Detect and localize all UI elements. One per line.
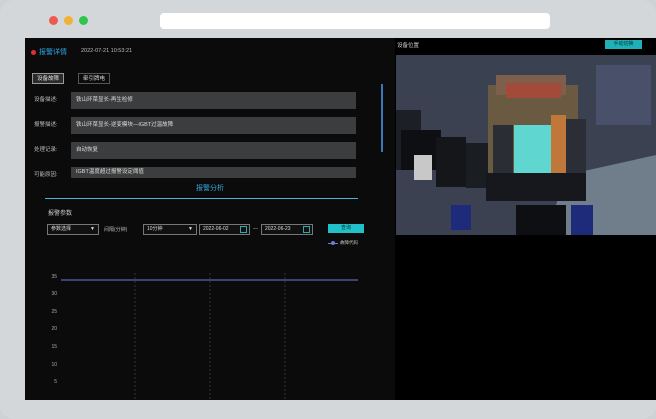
tab-device-fault[interactable]: 设备故障 xyxy=(32,73,65,84)
alarm-desc-label: 报警描述: xyxy=(34,122,58,128)
y-tick-label: 35 xyxy=(51,273,57,280)
handling-record-label: 处理记录: xyxy=(34,147,58,153)
y-tick-label: 20 xyxy=(51,326,57,333)
device-3d-view[interactable] xyxy=(396,55,656,235)
end-date-input[interactable]: 2022-06-23 xyxy=(261,224,313,235)
analysis-title: 报警分析 xyxy=(196,185,224,192)
y-tick-label: 10 xyxy=(51,361,57,368)
possible-cause-label: 可能原因: xyxy=(34,172,58,178)
device-location-title: 设备位置 xyxy=(397,43,420,49)
possible-cause-value: IGBT温度超过报警设定阈值 xyxy=(71,167,356,178)
device-desc-value: 铁山环菜显长-再生检修 xyxy=(71,92,356,109)
param-select-value: 参数选择 xyxy=(51,226,72,232)
y-tick-label: 5 xyxy=(54,379,57,386)
start-date-value: 2022-06-02 xyxy=(203,226,229,232)
interval-select-value: 10分钟 xyxy=(147,226,163,232)
legend-marker xyxy=(331,241,335,245)
y-tick-label: 25 xyxy=(51,308,57,315)
alarm-detail-title: 报警详情 xyxy=(39,49,67,56)
calendar-icon xyxy=(303,226,310,233)
y-tick-label: 30 xyxy=(51,291,57,298)
manual-switch-button[interactable]: 手动切换 xyxy=(605,40,642,49)
tab-traction-power[interactable]: 牵引牌电 xyxy=(78,73,111,84)
device-desc-label: 设备描述: xyxy=(34,97,58,103)
minimize-window-icon[interactable] xyxy=(64,16,73,25)
chevron-down-icon: ▼ xyxy=(90,226,95,232)
alarm-detail-panel: 报警详情 2022-07-21 10:53:21 设备故障 牵引牌电 设备描述:… xyxy=(25,38,395,400)
handling-record-value: 自动恢复 xyxy=(71,142,356,159)
alarm-indicator-icon xyxy=(31,50,36,55)
date-separator: — xyxy=(253,226,258,232)
chevron-down-icon: ▼ xyxy=(188,226,193,232)
maximize-window-icon[interactable] xyxy=(79,16,88,25)
close-window-icon[interactable] xyxy=(49,16,58,25)
y-tick-label: 15 xyxy=(51,344,57,351)
app-screen: 报警详情 2022-07-21 10:53:21 设备故障 牵引牌电 设备描述:… xyxy=(25,38,656,400)
detail-scrollbar[interactable] xyxy=(381,84,383,152)
browser-titlebar xyxy=(0,0,656,38)
alarm-time: 2022-07-21 10:53:21 xyxy=(81,48,133,54)
alarm-chart: 35 30 25 20 15 10 5 xyxy=(25,253,395,400)
chart-svg xyxy=(61,273,358,400)
calendar-icon xyxy=(240,226,247,233)
interval-label: 间隔(分钟) xyxy=(104,227,128,233)
start-date-input[interactable]: 2022-06-02 xyxy=(199,224,250,235)
end-date-value: 2022-06-23 xyxy=(265,226,291,232)
interval-select[interactable]: 10分钟 ▼ xyxy=(143,224,197,235)
browser-window: 报警详情 2022-07-21 10:53:21 设备故障 牵引牌电 设备描述:… xyxy=(0,0,656,419)
alarm-desc-value: 铁山环菜显长-逆变模块—IGBT过温故障 xyxy=(71,117,356,134)
address-bar[interactable] xyxy=(160,13,550,29)
params-title: 报警参数 xyxy=(48,211,73,217)
legend-label: 故障代码 xyxy=(340,240,358,245)
query-button[interactable]: 查询 xyxy=(328,224,364,233)
analysis-divider xyxy=(45,198,358,199)
param-select[interactable]: 参数选择 ▼ xyxy=(47,224,99,235)
